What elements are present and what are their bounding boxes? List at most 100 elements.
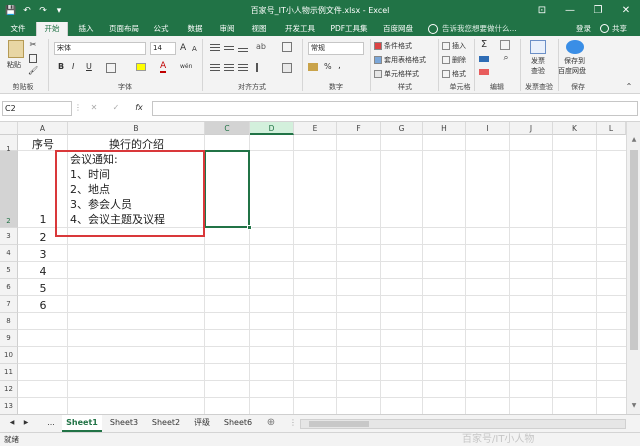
share-button[interactable]: 共享 — [612, 22, 627, 36]
conditional-formatting-button[interactable]: 条件格式 — [384, 41, 412, 51]
sheet-tab-rating[interactable]: 评级 — [188, 415, 216, 432]
fill-icon[interactable] — [479, 56, 489, 62]
format-painter-icon[interactable]: 🖌 — [28, 66, 38, 76]
vertical-scroll-thumb[interactable] — [630, 150, 638, 350]
italic-button[interactable]: I — [72, 62, 74, 72]
comma-button[interactable]: , — [338, 61, 341, 71]
sheet-next-icon[interactable]: ▶ — [20, 415, 32, 432]
tab-baidu-netdisk[interactable]: 百度网盘 — [378, 22, 418, 36]
row-header-1[interactable]: 1 — [0, 135, 18, 153]
tab-formulas[interactable]: 公式 — [148, 22, 174, 36]
column-header-j[interactable]: J — [510, 122, 553, 135]
horizontal-scroll-thumb[interactable] — [309, 421, 369, 427]
insert-function-icon[interactable]: fx — [132, 102, 146, 114]
save-to-netdisk-label[interactable]: 保存到 — [564, 56, 585, 66]
tab-insert[interactable]: 插入 — [72, 22, 100, 36]
borders-icon[interactable] — [106, 63, 116, 73]
column-header-f[interactable]: F — [337, 122, 381, 135]
row-header-9[interactable]: 9 — [0, 330, 18, 347]
row-header-2[interactable]: 2 — [0, 151, 18, 228]
tab-pdf-tools[interactable]: PDF工具集 — [326, 22, 372, 36]
tell-me-box[interactable]: 告诉我您想要做什么... — [442, 22, 517, 36]
sheet-tab-sheet2[interactable]: Sheet2 — [146, 415, 186, 432]
scroll-up-icon[interactable]: ▲ — [629, 136, 639, 146]
column-header-a[interactable]: A — [18, 122, 68, 135]
row-header-12[interactable]: 12 — [0, 381, 18, 398]
sheet-tab-sheet6[interactable]: Sheet6 — [218, 415, 258, 432]
vertical-scrollbar[interactable]: ▲ ▼ — [626, 122, 640, 414]
baidu-netdisk-icon[interactable] — [566, 40, 584, 54]
formula-input[interactable] — [152, 101, 638, 116]
cut-icon[interactable]: ✂ — [28, 40, 38, 50]
invoice-check-label-2[interactable]: 查验 — [531, 66, 545, 76]
vertical-align-buttons[interactable] — [210, 43, 280, 55]
underline-button[interactable]: U — [86, 62, 92, 72]
font-color-icon[interactable]: A — [160, 61, 167, 73]
tab-view[interactable]: 视图 — [246, 22, 272, 36]
percent-button[interactable]: % — [324, 62, 332, 72]
scroll-down-icon[interactable]: ▼ — [629, 402, 639, 412]
format-as-table-button[interactable]: 套用表格格式 — [384, 55, 426, 65]
tab-developer[interactable]: 开发工具 — [280, 22, 320, 36]
clear-icon[interactable] — [479, 69, 489, 75]
invoice-check-icon[interactable] — [530, 40, 546, 54]
tab-review[interactable]: 审阅 — [214, 22, 240, 36]
cell-a5[interactable]: 4 — [18, 265, 68, 278]
tab-data[interactable]: 数据 — [182, 22, 208, 36]
copy-icon[interactable] — [29, 54, 37, 63]
column-header-k[interactable]: K — [553, 122, 597, 135]
fill-handle[interactable] — [247, 225, 252, 230]
invoice-check-label[interactable]: 发票 — [531, 56, 545, 66]
sort-filter-icon[interactable] — [500, 40, 510, 50]
phonetic-guide-icon[interactable]: wén — [180, 62, 192, 72]
tab-home[interactable]: 开始 — [36, 22, 68, 36]
row-header-3[interactable]: 3 — [0, 228, 18, 245]
sheet-prev-icon[interactable]: ◀ — [6, 415, 18, 432]
confirm-entry-icon[interactable]: ✓ — [110, 102, 122, 114]
fill-color-icon[interactable] — [136, 63, 146, 71]
collapse-ribbon-icon[interactable]: ⌃ — [624, 82, 634, 92]
cancel-entry-icon[interactable]: ✕ — [88, 102, 100, 114]
row-header-10[interactable]: 10 — [0, 347, 18, 364]
cell-a7[interactable]: 6 — [18, 299, 68, 312]
cell-a6[interactable]: 5 — [18, 282, 68, 295]
column-header-i[interactable]: I — [466, 122, 510, 135]
save-to-netdisk-label-2[interactable]: 百度网盘 — [558, 66, 586, 76]
sheet-tab-sheet1[interactable]: Sheet1 — [62, 415, 102, 432]
wrap-text-icon[interactable] — [282, 42, 292, 52]
cell-a4[interactable]: 3 — [18, 248, 68, 261]
number-format-select[interactable]: 常规 — [308, 42, 364, 55]
restore-button[interactable]: ❐ — [584, 0, 612, 22]
tab-file[interactable]: 文件 — [4, 22, 32, 36]
selected-cell-c2[interactable] — [204, 150, 250, 228]
tab-split-handle[interactable]: ⋮ — [288, 415, 298, 432]
format-button[interactable]: 格式 — [452, 69, 466, 79]
column-header-c[interactable]: C — [205, 122, 250, 135]
column-header-e[interactable]: E — [294, 122, 337, 135]
grow-font-icon[interactable]: A — [180, 43, 186, 53]
row-header-13[interactable]: 13 — [0, 398, 18, 414]
minimize-button[interactable]: — — [556, 0, 584, 22]
row-header-11[interactable]: 11 — [0, 364, 18, 381]
column-header-d[interactable]: D — [250, 122, 294, 135]
column-header-h[interactable]: H — [423, 122, 466, 135]
find-select-icon[interactable]: ⌕ — [500, 53, 512, 65]
horizontal-scrollbar[interactable] — [300, 419, 626, 429]
sheet-tab-sheet3[interactable]: Sheet3 — [104, 415, 144, 432]
sign-in-link[interactable]: 登录 — [576, 22, 591, 36]
row-header-6[interactable]: 6 — [0, 279, 18, 296]
merge-center-icon[interactable] — [282, 63, 292, 73]
close-button[interactable]: ✕ — [612, 0, 640, 22]
column-header-l[interactable]: L — [597, 122, 626, 135]
currency-format-icon[interactable] — [308, 63, 318, 71]
select-all-corner[interactable] — [0, 122, 18, 135]
paste-icon[interactable] — [8, 40, 24, 58]
indent-icon[interactable] — [256, 63, 266, 72]
delete-button[interactable]: 删除 — [452, 55, 466, 65]
column-header-g[interactable]: G — [381, 122, 423, 135]
cell-styles-button[interactable]: 单元格样式 — [384, 69, 419, 79]
paste-button[interactable]: 粘贴 — [7, 60, 21, 70]
insert-button[interactable]: 插入 — [452, 41, 466, 51]
row-header-7[interactable]: 7 — [0, 296, 18, 313]
column-header-b[interactable]: B — [68, 122, 205, 135]
